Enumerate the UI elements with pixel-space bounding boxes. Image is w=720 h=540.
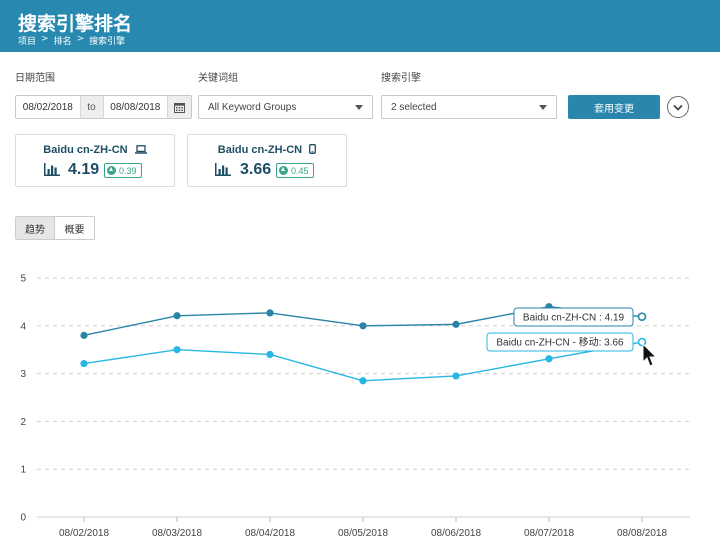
score-card-title: Baidu cn-ZH-CN: [188, 144, 346, 156]
search-engine-select[interactable]: 2 selected: [381, 95, 557, 119]
data-point: [545, 355, 553, 363]
data-point: [80, 359, 88, 368]
y-tick-label: 5: [20, 274, 26, 285]
score-change-value: 0.45: [291, 165, 309, 176]
y-tick-label: 4: [20, 321, 26, 332]
keyword-group-value: All Keyword Groups: [208, 101, 297, 113]
calendar-icon[interactable]: [167, 96, 191, 118]
hover-point: [637, 312, 647, 322]
x-tick-label: 08/05/2018: [338, 528, 388, 539]
x-tick-label: 08/07/2018: [524, 528, 574, 539]
score-change-badge: 0.39: [104, 163, 142, 178]
expand-filters-button[interactable]: [667, 96, 689, 118]
breadcrumb-separator: >: [41, 34, 49, 44]
bar-chart-icon: [215, 163, 231, 176]
mobile-icon: [309, 144, 317, 154]
score-card-title-text: Baidu cn-ZH-CN: [217, 144, 303, 156]
y-tick-label: 0: [20, 513, 26, 524]
score-change-value: 0.39: [119, 165, 137, 176]
tab-trend[interactable]: 趋势: [16, 217, 55, 239]
bar-chart-icon: [44, 163, 60, 176]
data-point: [452, 372, 460, 380]
score-card-title: Baidu cn-ZH-CN: [16, 144, 174, 156]
data-point: [80, 331, 88, 339]
data-point: [266, 309, 274, 317]
chevron-down-icon: [673, 104, 683, 111]
laptop-icon: [134, 145, 147, 154]
view-tabs: 趋势 概要: [15, 216, 95, 240]
breadcrumb-item-search-engine: 搜索引擎: [89, 37, 126, 47]
x-tick-label: 08/06/2018: [431, 528, 481, 539]
date-from-input[interactable]: 08/02/2018: [16, 102, 80, 113]
y-tick-label: 2: [20, 417, 26, 428]
data-point: [359, 322, 367, 330]
date-range-picker: 08/02/2018 to 08/08/2018: [15, 95, 192, 119]
keyword-group-label: 关键词组: [198, 73, 238, 84]
page-title: 搜索引擎排名: [18, 13, 133, 35]
breadcrumb-separator: >: [76, 34, 85, 44]
x-tick-label: 08/02/2018: [59, 528, 109, 539]
tab-overview[interactable]: 概要: [55, 217, 94, 239]
mouse-cursor-icon: [642, 342, 658, 367]
date-to-input[interactable]: 08/08/2018: [104, 102, 168, 113]
data-point: [173, 346, 181, 354]
data-point: [173, 312, 181, 320]
score-card-title-text: Baidu cn-ZH-CN: [43, 144, 128, 156]
keyword-group-select[interactable]: All Keyword Groups: [198, 95, 373, 119]
date-range-label: 日期范围: [15, 73, 55, 84]
apply-changes-button[interactable]: 套用变更: [568, 95, 660, 119]
arrow-up-circle-icon: [279, 166, 288, 175]
score-card-mobile: Baidu cn-ZH-CN 3.66 0.45: [187, 134, 347, 187]
y-tick-label: 3: [20, 369, 26, 380]
hover-point: [637, 337, 647, 347]
arrow-up-circle-icon: [107, 166, 116, 175]
chevron-down-icon: [355, 105, 363, 110]
date-to-separator: to: [79, 96, 104, 118]
score-card-desktop: Baidu cn-ZH-CN 4.19 0.39: [15, 134, 175, 187]
breadcrumb-item-ranking[interactable]: 排名: [54, 34, 72, 47]
x-tick-label: 08/08/2018: [617, 528, 667, 539]
breadcrumb-item-project[interactable]: 项目: [18, 34, 36, 47]
breadcrumb: 项目 > 排名 > 搜索引擎: [18, 34, 125, 47]
ranking-line-chart: 0 1 2 3 4 5 08/02/2018 08/03/2018 08/04/2018 08/0…: [20, 274, 690, 539]
data-point: [359, 377, 367, 385]
y-tick-label: 1: [20, 465, 26, 476]
search-engine-label: 搜索引擎: [381, 73, 421, 84]
data-point: [266, 350, 274, 359]
x-tick-label: 08/04/2018: [245, 528, 295, 539]
page-header: 搜索引擎排名 项目 > 排名 > 搜索引擎: [0, 0, 720, 52]
score-value: 4.19: [68, 161, 100, 178]
x-tick-label: 08/03/2018: [152, 528, 202, 539]
score-change-badge: 0.45: [276, 163, 314, 178]
tooltip-text: Baidu cn-ZH-CN - 移动: 3.66: [496, 336, 624, 349]
tooltip-text: Baidu cn-ZH-CN : 4.19: [523, 313, 625, 324]
search-engine-value: 2 selected: [391, 101, 437, 113]
data-point: [452, 320, 460, 328]
chevron-down-icon: [539, 105, 547, 110]
score-value: 3.66: [240, 161, 272, 178]
